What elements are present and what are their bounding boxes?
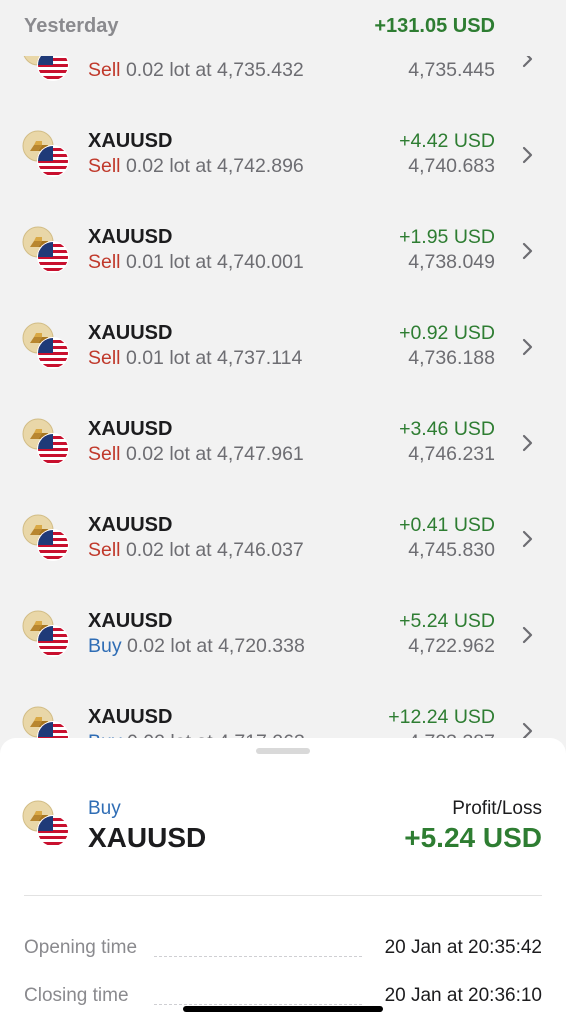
position-lot-price: 0.02 lot at 4,746.037 — [120, 539, 304, 561]
opening-time-value: 20 Jan at 20:35:42 — [378, 937, 542, 959]
position-side: Sell — [88, 443, 121, 465]
chevron-right-icon[interactable] — [516, 624, 538, 646]
gold-bars-us-flag-icon — [22, 800, 72, 850]
leader-dots — [154, 956, 362, 957]
position-side: Sell — [88, 539, 121, 561]
opening-time-row: Opening time 20 Jan at 20:35:42 — [24, 937, 542, 963]
position-lot-price: 0.02 lot at 4,747.961 — [120, 443, 304, 465]
closed-positions-list: Yesterday +131.05 USD XAUUSD Sell 0.02 lo… — [0, 0, 566, 740]
home-indicator — [183, 1006, 383, 1012]
position-detail: Sell 0.02 lot at 4,747.961 — [88, 443, 304, 465]
gold-bars-us-flag-icon — [22, 130, 72, 180]
gold-bars-us-flag-icon — [22, 514, 72, 564]
position-lot-price: 0.02 lot at 4,735.432 — [120, 59, 304, 81]
position-side: Buy — [88, 635, 122, 657]
position-row[interactable]: XAUUSD Sell 0.02 lot at 4,746.037 +0.41 US… — [0, 514, 566, 610]
position-row[interactable]: XAUUSD Sell 0.02 lot at 4,742.896 +4.42 US… — [0, 130, 566, 226]
position-symbol: XAUUSD — [88, 514, 173, 536]
position-profit: +4.42 USD — [399, 130, 495, 152]
position-profit: +5.24 USD — [399, 610, 495, 632]
chevron-right-icon[interactable] — [516, 336, 538, 358]
position-detail: Sell 0.01 lot at 4,737.114 — [88, 347, 302, 369]
gold-bars-us-flag-icon — [22, 226, 72, 276]
divider — [24, 895, 542, 896]
position-lot-price: 0.01 lot at 4,740.001 — [120, 251, 304, 273]
position-side: Sell — [88, 59, 121, 81]
position-row[interactable]: XAUUSD Sell 0.01 lot at 4,740.001 +1.95 US… — [0, 226, 566, 322]
closing-time-value: 20 Jan at 20:36:10 — [378, 985, 542, 1007]
position-detail: Sell 0.02 lot at 4,746.037 — [88, 539, 304, 561]
section-total: +131.05 USD — [374, 15, 495, 37]
position-lot-price: 0.02 lot at 4,742.896 — [120, 155, 304, 177]
position-profit: +0.92 USD — [399, 322, 495, 344]
sheet-symbol: XAUUSD — [88, 822, 207, 853]
sheet-side: Buy — [88, 798, 121, 819]
sheet-grabber[interactable] — [256, 748, 310, 754]
position-lot-price: 0.02 lot at 4,720.338 — [121, 635, 305, 657]
gold-bars-us-flag-icon — [22, 706, 72, 740]
position-close-price: 4,735.445 — [408, 59, 495, 81]
position-row[interactable]: XAUUSDBuy 0.02 lot at 4,717.263+12.24 US… — [0, 706, 566, 740]
position-side: Sell — [88, 347, 121, 369]
position-close-price: 4,738.049 — [408, 251, 495, 273]
position-profit: +3.46 USD — [399, 418, 495, 440]
position-lot-price: 0.01 lot at 4,737.114 — [120, 347, 303, 369]
position-close-price: 4,746.231 — [408, 443, 495, 465]
position-profit: +12.24 USD — [388, 706, 495, 728]
opening-time-label: Opening time — [24, 937, 144, 959]
chevron-right-icon[interactable] — [516, 720, 538, 740]
position-detail: Sell 0.02 lot at 4,742.896 — [88, 155, 304, 177]
position-symbol: XAUUSD — [88, 226, 173, 248]
section-title: Yesterday — [24, 15, 119, 37]
closing-time-label: Closing time — [24, 985, 135, 1007]
position-detail: Sell 0.01 lot at 4,740.001 — [88, 251, 304, 273]
gold-bars-us-flag-icon — [22, 322, 72, 372]
gold-bars-us-flag-icon — [22, 610, 72, 660]
position-close-price: 4,722.962 — [408, 635, 495, 657]
profit-loss-value: +5.24 USD — [404, 822, 542, 853]
position-close-price: 4,736.188 — [408, 347, 495, 369]
position-profit: +1.95 USD — [399, 226, 495, 248]
position-profit: +0.41 USD — [399, 514, 495, 536]
position-detail: Sell 0.02 lot at 4,735.432 — [88, 59, 304, 81]
position-row[interactable]: XAUUSD Buy 0.02 lot at 4,720.338 +5.24 USD… — [0, 610, 566, 706]
chevron-right-icon[interactable] — [516, 432, 538, 454]
profit-loss-label: Profit/Loss — [452, 798, 542, 819]
position-symbol: XAUUSD — [88, 706, 173, 728]
gold-bars-us-flag-icon — [22, 418, 72, 468]
chevron-right-icon[interactable] — [516, 144, 538, 166]
section-header: Yesterday +131.05 USD — [0, 0, 566, 56]
chevron-right-icon[interactable] — [516, 528, 538, 550]
position-side: Sell — [88, 155, 121, 177]
position-symbol: XAUUSD — [88, 610, 173, 632]
position-close-price: 4,745.830 — [408, 539, 495, 561]
position-close-price: 4,740.683 — [408, 155, 495, 177]
position-row[interactable]: XAUUSD Sell 0.01 lot at 4,737.114 +0.92 US… — [0, 322, 566, 418]
position-side: Sell — [88, 251, 121, 273]
position-symbol: XAUUSD — [88, 322, 173, 344]
position-detail: Buy 0.02 lot at 4,720.338 — [88, 635, 305, 657]
position-detail-sheet: Buy XAUUSD Profit/Loss +5.24 USD Opening… — [0, 738, 566, 1024]
position-symbol: XAUUSD — [88, 418, 173, 440]
chevron-right-icon[interactable] — [516, 240, 538, 262]
leader-dots — [154, 1004, 362, 1005]
position-symbol: XAUUSD — [88, 130, 173, 152]
position-row[interactable]: XAUUSD Sell 0.02 lot at 4,747.961 +3.46 US… — [0, 418, 566, 514]
